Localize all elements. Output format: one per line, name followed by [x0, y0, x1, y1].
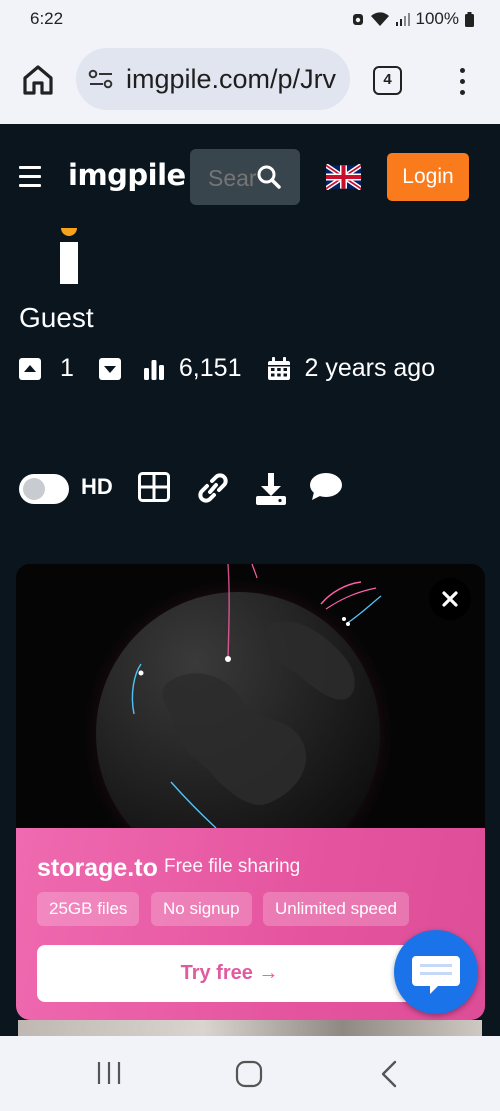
ad-brand: storage.to: [37, 854, 158, 882]
post-stats: 1 6,151 2 years ago: [19, 354, 435, 383]
browser-menu-button[interactable]: [452, 66, 472, 96]
ad-chip: Unlimited speed: [263, 892, 409, 926]
status-time: 6:22: [30, 9, 64, 28]
uploader-name[interactable]: Guest: [19, 302, 94, 334]
link-icon[interactable]: [194, 472, 232, 504]
recent-apps-icon[interactable]: [96, 1060, 122, 1086]
comment-icon[interactable]: [309, 472, 343, 502]
download-icon[interactable]: [255, 472, 287, 506]
alarm-icon: [352, 14, 363, 25]
signal-icon: [395, 13, 410, 26]
ad-chip: No signup: [151, 892, 252, 926]
views-count: 6,151: [178, 354, 242, 382]
search-box[interactable]: [190, 149, 300, 205]
downvote-stat: [98, 357, 121, 380]
close-icon: [442, 591, 458, 607]
search-input[interactable]: [208, 165, 256, 192]
system-nav-bar: [0, 1036, 500, 1111]
url-text: imgpile.com/p/Jrv: [126, 64, 337, 94]
back-icon[interactable]: [378, 1060, 400, 1088]
upvote-count: 1: [60, 354, 74, 382]
upvote-icon[interactable]: [19, 357, 41, 380]
site-settings-icon[interactable]: [88, 68, 114, 90]
wifi-icon: [370, 11, 389, 26]
home-button[interactable]: [20, 62, 56, 98]
site-content: imgpile Login Guest 1 6,151 2 years ago: [0, 124, 500, 1036]
status-bar: 6:22 100%: [0, 0, 500, 36]
globe-illustration: [16, 564, 485, 828]
battery-icon: [465, 11, 474, 27]
grid-view-icon[interactable]: [138, 472, 170, 502]
hamburger-menu-icon[interactable]: [19, 166, 43, 187]
battery-percent: 100%: [415, 9, 459, 28]
ad-chip: 25GB files: [37, 892, 140, 926]
hd-label: HD: [81, 474, 113, 499]
upvote-stat: 1: [19, 354, 74, 383]
date-stat: 2 years ago: [267, 354, 435, 383]
bar-chart-icon: [143, 359, 164, 380]
posted-time: 2 years ago: [304, 354, 436, 382]
avatar[interactable]: [60, 228, 78, 284]
tab-switcher-button[interactable]: 4: [373, 66, 402, 95]
chat-icon: [412, 956, 460, 994]
ad-tagline: Free file sharing: [164, 856, 301, 877]
downvote-icon[interactable]: [98, 357, 121, 380]
home-nav-icon[interactable]: [235, 1060, 263, 1088]
calendar-icon: [268, 356, 291, 380]
hd-toggle[interactable]: [19, 474, 69, 504]
login-button[interactable]: Login: [387, 153, 469, 201]
image-preview[interactable]: [18, 1020, 482, 1036]
search-icon[interactable]: [256, 164, 282, 190]
chat-button[interactable]: [394, 930, 478, 1014]
image-toolbar: HD: [19, 470, 359, 510]
status-icons: 100%: [352, 9, 474, 29]
try-free-button[interactable]: Try free →: [37, 945, 422, 1002]
browser-toolbar: imgpile.com/p/Jrv 4: [0, 36, 500, 124]
home-icon: [23, 65, 53, 95]
uk-flag-icon[interactable]: [326, 164, 361, 190]
ad-close-button[interactable]: [429, 578, 471, 620]
address-bar[interactable]: imgpile.com/p/Jrv: [76, 48, 350, 110]
site-logo[interactable]: imgpile: [68, 158, 186, 192]
views-stat: 6,151: [143, 354, 242, 383]
